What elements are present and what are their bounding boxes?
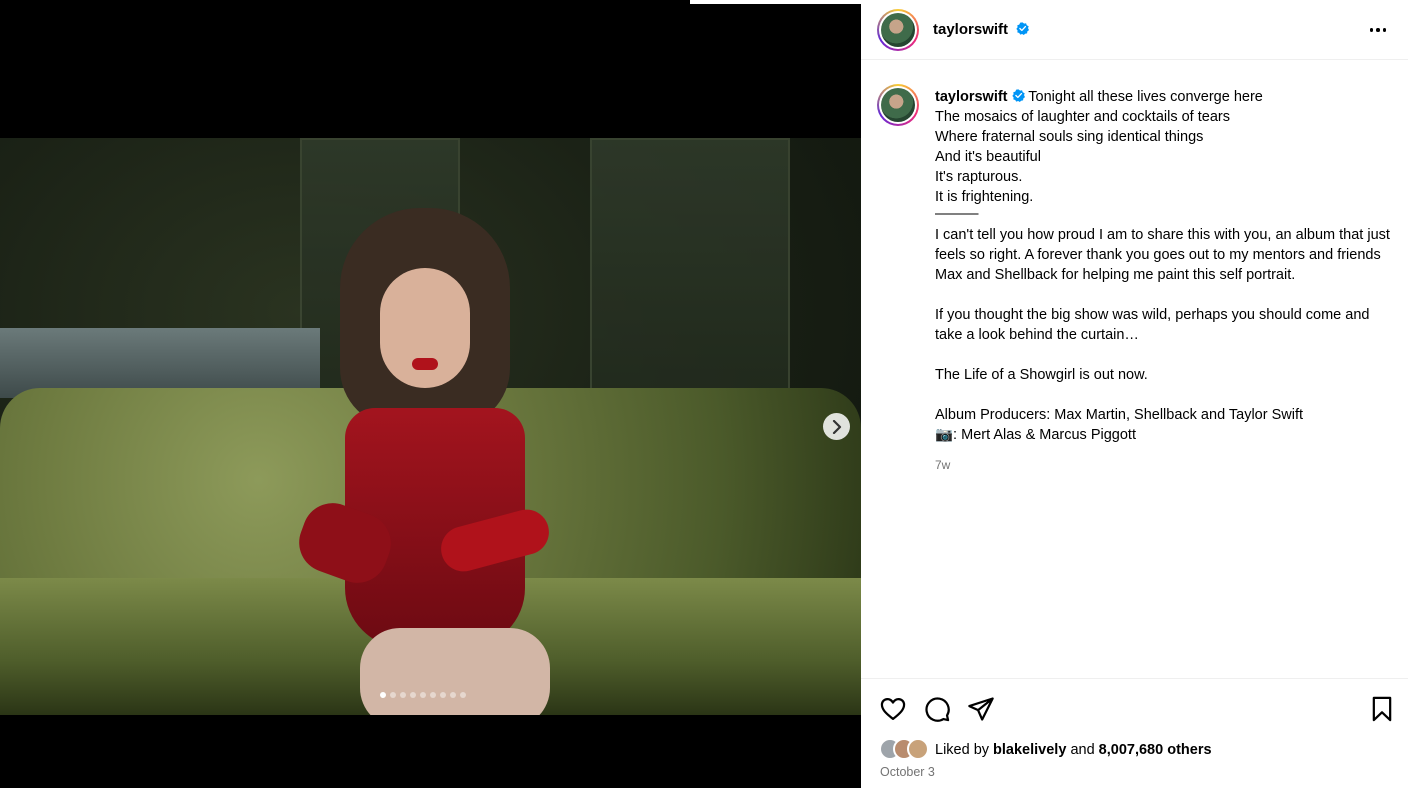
carousel-dot — [390, 692, 396, 698]
comment-button[interactable] — [923, 695, 951, 723]
avatar[interactable] — [877, 8, 919, 51]
carousel-dot — [430, 692, 436, 698]
post-media — [0, 0, 861, 788]
post-photo[interactable] — [0, 138, 861, 715]
post-actions — [861, 678, 1408, 738]
portrait-figure — [290, 208, 560, 715]
top-edge — [690, 0, 861, 4]
share-icon — [968, 697, 994, 721]
avatar — [907, 738, 929, 760]
caption-blank — [935, 386, 1397, 406]
post-header: taylorswift — [861, 0, 1408, 60]
post-date[interactable]: October 3 — [880, 765, 935, 779]
figure-legs — [360, 628, 550, 715]
verified-badge-icon — [1011, 89, 1025, 102]
caption-avatar[interactable] — [877, 84, 919, 126]
carousel-dot — [380, 692, 386, 698]
caption-line: It's rapturous. — [935, 168, 1023, 185]
verified-badge-icon — [1016, 22, 1030, 35]
carousel-dot — [450, 692, 456, 698]
post-time-ago[interactable]: 7w — [935, 456, 1397, 476]
liker-username[interactable]: blakelively — [993, 742, 1066, 758]
caption-line: Tonight all these lives converge here — [1028, 89, 1263, 105]
caption-paragraph: Album Producers: Max Martin, Shellback a… — [935, 406, 1304, 423]
liker-avatars[interactable] — [879, 738, 935, 762]
heart-icon — [880, 697, 906, 721]
carousel-dot — [400, 692, 406, 698]
carousel-dot — [410, 692, 416, 698]
save-button[interactable] — [1368, 695, 1396, 723]
likes-prefix: Liked by — [935, 742, 990, 758]
chevron-right-icon — [832, 419, 841, 434]
likes-summary: Liked by blakelively and 8,007,680 other… — [879, 738, 1212, 762]
caption-paragraph: If you thought the big show was wild, pe… — [935, 307, 1370, 344]
caption-line: The mosaics of laughter and cocktails of… — [935, 108, 1230, 125]
likes-and: and — [1070, 742, 1095, 758]
share-button[interactable] — [967, 695, 995, 723]
caption-paragraph: 📷: Mert Alas & Marcus Piggott — [935, 426, 1136, 443]
figure-lips — [412, 358, 438, 370]
carousel-dots — [380, 692, 466, 698]
caption-line: Where fraternal souls sing identical thi… — [935, 128, 1204, 145]
caption-line: And it's beautiful — [935, 148, 1041, 165]
carousel-dot — [460, 692, 466, 698]
figure-face — [380, 268, 470, 388]
caption-text: taylorswift Tonight all these lives conv… — [935, 88, 1397, 476]
caption-line: It is frightening. — [935, 188, 1034, 205]
caption-username[interactable]: taylorswift — [935, 89, 1008, 105]
post-caption: taylorswift Tonight all these lives conv… — [877, 84, 1397, 476]
more-options-icon[interactable] — [1368, 20, 1388, 40]
caption-blank — [935, 286, 1397, 306]
like-button[interactable] — [879, 695, 907, 723]
carousel-dot — [420, 692, 426, 698]
comment-icon — [925, 697, 950, 722]
carousel-dot — [440, 692, 446, 698]
caption-paragraph: The Life of a Showgirl is out now. — [935, 366, 1148, 383]
caption-divider: ——— — [935, 206, 979, 223]
caption-paragraph: I can't tell you how proud I am to share… — [935, 227, 1390, 284]
post-side-panel: taylorswift taylorswift Tonight all thes… — [861, 0, 1408, 788]
likes-count[interactable]: 8,007,680 others — [1099, 742, 1212, 758]
carousel-next-button[interactable] — [823, 413, 850, 440]
post-username[interactable]: taylorswift — [933, 21, 1030, 38]
bookmark-icon — [1372, 696, 1392, 722]
caption-blank — [935, 346, 1397, 366]
